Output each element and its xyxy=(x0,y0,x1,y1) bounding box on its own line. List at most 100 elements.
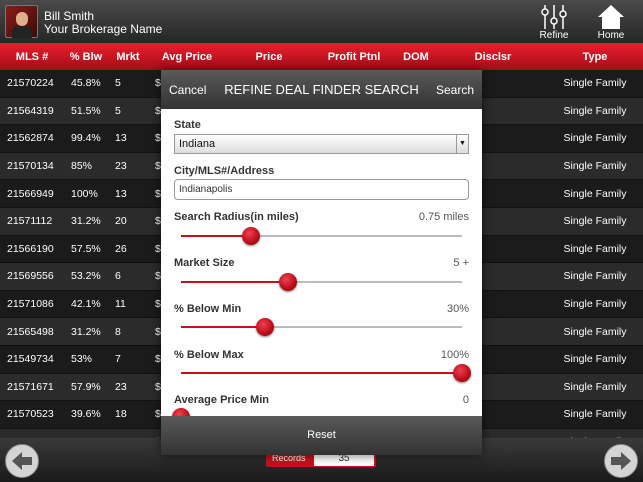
cell-mrkt: 5 xyxy=(115,104,121,117)
cell-blw: 31.2% xyxy=(71,325,101,338)
cell-type: Single Family xyxy=(563,187,627,200)
cell-blw: 57.9% xyxy=(71,380,101,393)
market-size-slider[interactable] xyxy=(181,273,462,291)
refine-modal: REFINE DEAL FINDER SEARCH Cancel Search … xyxy=(161,70,482,455)
city-label: City/MLS#/Address xyxy=(174,165,275,177)
col-mrkt[interactable]: Mrkt xyxy=(108,51,148,63)
city-input[interactable]: Indianapolis xyxy=(174,179,469,200)
arrow-right-icon xyxy=(611,452,631,470)
cell-type: Single Family xyxy=(563,160,627,173)
cell-mrkt: 7 xyxy=(115,353,121,366)
chevron-down-icon: ▼ xyxy=(456,135,468,153)
avatar xyxy=(5,5,38,38)
cell-mls: 21566949 xyxy=(7,187,54,200)
cell-blw: 31.2% xyxy=(71,215,101,228)
cell-mrkt: 26 xyxy=(115,242,127,255)
user-name: Bill Smith xyxy=(44,9,95,23)
col-disclsr[interactable]: Disclsr xyxy=(436,51,550,63)
cell-mrkt: 5 xyxy=(115,77,121,90)
cell-mrkt: 11 xyxy=(115,298,126,311)
cell-blw: 99.4% xyxy=(71,132,101,145)
cell-blw: 45.8% xyxy=(71,77,101,90)
modal-header: REFINE DEAL FINDER SEARCH Cancel Search xyxy=(161,70,482,109)
modal-footer: Reset xyxy=(161,416,482,455)
modal-body: State Indiana ▼ City/MLS#/Address Indian… xyxy=(161,109,482,416)
cell-type: Single Family xyxy=(563,132,627,145)
cell-mls: 21566190 xyxy=(7,242,54,255)
search-button[interactable]: Search xyxy=(436,83,474,97)
cell-type: Single Family xyxy=(563,298,627,311)
below-min-label: % Below Min xyxy=(174,303,242,315)
radius-label: Search Radius(in miles) xyxy=(174,211,299,223)
cell-mls: 21565498 xyxy=(7,325,54,338)
home-button[interactable]: Home xyxy=(592,3,630,41)
cell-mrkt: 8 xyxy=(115,325,121,338)
cell-mrkt: 20 xyxy=(115,215,127,228)
cell-blw: 53% xyxy=(71,353,93,366)
cell-mrkt: 13 xyxy=(115,132,127,145)
cell-mls: 21571086 xyxy=(7,298,54,311)
col-blw[interactable]: % Blw xyxy=(64,51,108,63)
state-label: State xyxy=(174,119,201,131)
avg-price-min-value: 0 xyxy=(462,394,469,406)
refine-label: Refine xyxy=(539,30,569,41)
slider-knob[interactable] xyxy=(256,318,275,336)
cell-blw: 57.5% xyxy=(71,242,101,255)
cell-type: Single Family xyxy=(563,104,627,117)
cell-type: Single Family xyxy=(563,77,627,90)
cell-type: Single Family xyxy=(563,380,627,393)
cell-blw: 53.2% xyxy=(71,270,101,283)
slider-knob[interactable] xyxy=(278,273,297,291)
state-select[interactable]: Indiana ▼ xyxy=(174,134,469,154)
below-min-slider[interactable] xyxy=(181,318,462,336)
cell-mls: 21571112 xyxy=(7,215,53,228)
forward-button[interactable] xyxy=(604,444,638,478)
reset-button[interactable]: Reset xyxy=(161,429,482,441)
table-header: MLS # % Blw Mrkt Avg Price Price Profit … xyxy=(0,43,643,70)
cancel-button[interactable]: Cancel xyxy=(169,83,206,97)
brokerage-name: Your Brokerage Name xyxy=(44,22,163,36)
col-avg-price[interactable]: Avg Price xyxy=(148,51,226,63)
sliders-icon xyxy=(541,5,567,29)
slider-knob[interactable] xyxy=(453,364,471,382)
radius-slider[interactable] xyxy=(181,227,462,245)
home-icon xyxy=(598,5,624,29)
cell-blw: 85% xyxy=(71,160,93,173)
col-mls[interactable]: MLS # xyxy=(0,51,64,63)
cell-type: Single Family xyxy=(563,353,627,366)
col-type[interactable]: Type xyxy=(550,51,640,63)
top-bar: Bill Smith Your Brokerage Name Refine Ho… xyxy=(0,0,643,43)
cell-mls: 21569556 xyxy=(7,270,54,283)
cell-type: Single Family xyxy=(563,408,627,421)
slider-knob[interactable] xyxy=(242,227,261,245)
refine-button[interactable]: Refine xyxy=(535,3,573,41)
below-max-slider[interactable] xyxy=(181,364,471,382)
market-size-label: Market Size xyxy=(174,257,235,269)
back-button[interactable] xyxy=(5,444,39,478)
avg-price-min-label: Average Price Min xyxy=(174,394,269,406)
cell-mls: 21571671 xyxy=(7,380,54,393)
below-max-value: 100% xyxy=(440,349,469,361)
modal-title: REFINE DEAL FINDER SEARCH xyxy=(224,82,419,97)
cell-blw: 100% xyxy=(71,187,98,200)
radius-value: 0.75 miles xyxy=(418,211,469,223)
market-size-value: 5 + xyxy=(453,257,469,269)
col-price[interactable]: Price xyxy=(226,51,312,63)
col-profit[interactable]: Profit Ptnl xyxy=(312,51,396,63)
cell-mrkt: 6 xyxy=(115,270,121,283)
cell-mls: 21564319 xyxy=(7,104,54,117)
slider-knob[interactable] xyxy=(172,408,190,416)
cell-mls: 21570134 xyxy=(7,160,54,173)
below-max-label: % Below Max xyxy=(174,349,244,361)
cell-mls: 21570224 xyxy=(7,77,54,90)
col-dom[interactable]: DOM xyxy=(396,51,436,63)
cell-blw: 51.5% xyxy=(71,104,101,117)
below-min-value: 30% xyxy=(446,303,469,315)
state-value: Indiana xyxy=(179,138,216,150)
cell-mrkt: 23 xyxy=(115,380,127,393)
cell-mrkt: 18 xyxy=(115,408,127,421)
cell-mls: 21562874 xyxy=(7,132,54,145)
cell-type: Single Family xyxy=(563,215,627,228)
cell-type: Single Family xyxy=(563,270,627,283)
home-label: Home xyxy=(597,30,625,41)
